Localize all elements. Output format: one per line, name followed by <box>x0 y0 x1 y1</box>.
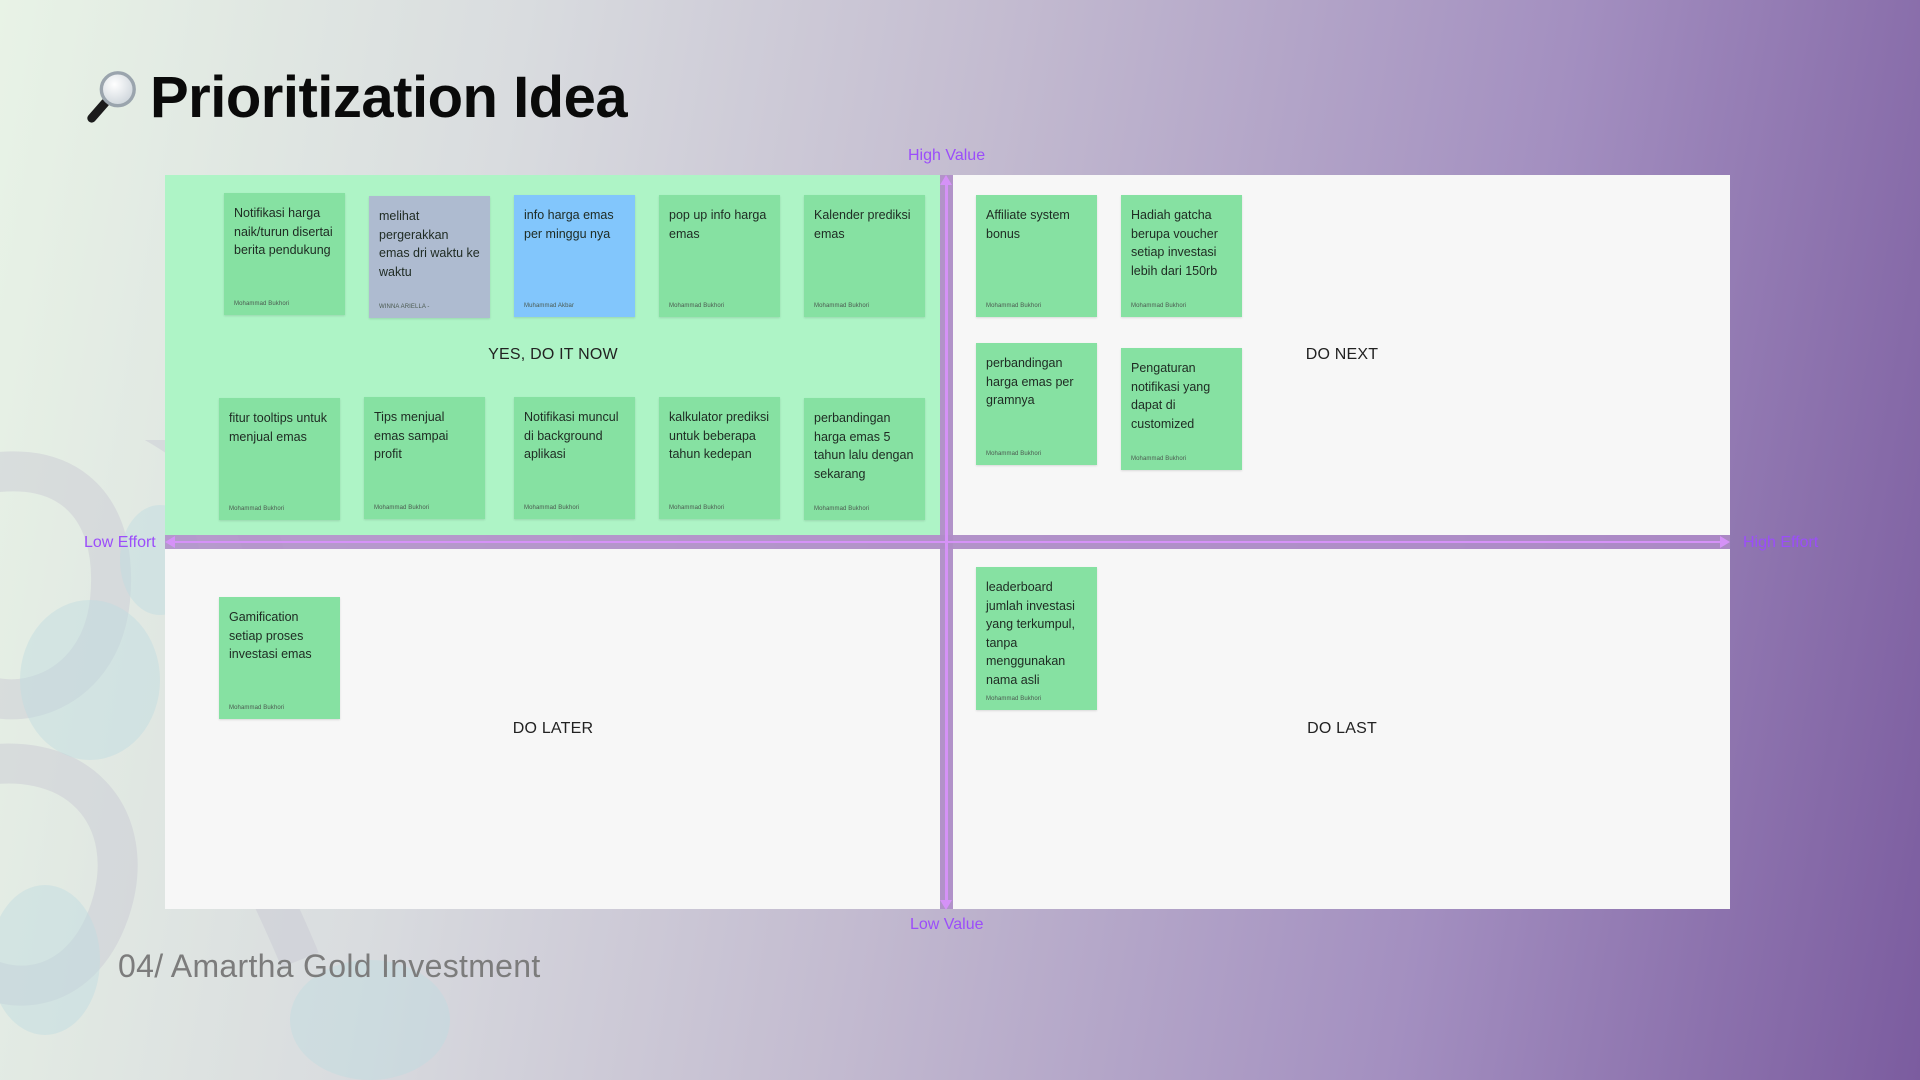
footer-text: 04/ Amartha Gold Investment <box>118 948 541 984</box>
arrow-down-icon <box>940 900 952 910</box>
sticky-note-text: Affiliate system bonus <box>986 208 1070 241</box>
axis-label-low-effort: Low Effort <box>84 534 156 551</box>
sticky-note[interactable]: info harga emas per minggu nya Muhammad … <box>514 195 635 317</box>
sticky-note-author: Mohammad Bukhori <box>524 505 580 511</box>
sticky-note[interactable]: kalkulator prediksi untuk beberapa tahun… <box>659 397 780 519</box>
sticky-note-text: Kalender prediksi emas <box>814 208 911 241</box>
quadrant-label-do-next: DO NEXT <box>1305 346 1379 363</box>
sticky-note-text: melihat pergerakkan emas dri waktu ke wa… <box>379 209 480 279</box>
sticky-note-text: info harga emas per minggu nya <box>524 208 614 241</box>
sticky-note[interactable]: Pengaturan notifikasi yang dapat di cust… <box>1121 348 1242 470</box>
sticky-note-author: Mohammad Bukhori <box>814 303 870 309</box>
sticky-note-author: Mohammad Bukhori <box>1131 456 1187 462</box>
sticky-note-author: Mohammad Bukhori <box>986 696 1042 702</box>
arrow-right-icon <box>1720 536 1730 548</box>
sticky-note[interactable]: Hadiah gatcha berupa voucher setiap inve… <box>1121 195 1242 317</box>
sticky-note[interactable]: Notifikasi harga naik/turun disertai ber… <box>224 193 345 315</box>
sticky-note-author: Mohammad Bukhori <box>229 506 285 512</box>
sticky-note-author: Mohammad Bukhori <box>1131 303 1187 309</box>
axis-label-high-effort: High Effort <box>1743 534 1819 551</box>
page-title: Prioritization Idea <box>82 62 628 132</box>
sticky-note[interactable]: perbandingan harga emas per gramnya Moha… <box>976 343 1097 465</box>
sticky-note-text: Notifikasi muncul di background aplikasi <box>524 410 619 461</box>
quadrant-label-do-later: DO LATER <box>512 720 594 737</box>
sticky-note-text: perbandingan harga emas 5 tahun lalu den… <box>814 411 914 481</box>
sticky-note[interactable]: Tips menjual emas sampai profit Mohammad… <box>364 397 485 519</box>
sticky-note[interactable]: leaderboard jumlah investasi yang terkum… <box>976 567 1097 710</box>
sticky-note-author: Mohammad Bukhori <box>669 505 725 511</box>
sticky-note-text: Gamification setiap proses investasi ema… <box>229 610 312 661</box>
sticky-note[interactable]: perbandingan harga emas 5 tahun lalu den… <box>804 398 925 520</box>
sticky-note[interactable]: Kalender prediksi emas Mohammad Bukhori <box>804 195 925 317</box>
arrow-left-icon <box>165 536 175 548</box>
sticky-note-text: Pengaturan notifikasi yang dapat di cust… <box>1131 361 1211 431</box>
axis-label-high-value: High Value <box>908 147 986 164</box>
sticky-note-text: pop up info harga emas <box>669 208 767 241</box>
sticky-note-author: Mohammad Bukhori <box>374 505 430 511</box>
sticky-note[interactable]: Affiliate system bonus Mohammad Bukhori <box>976 195 1097 317</box>
quadrant-label-do-last: DO LAST <box>1307 720 1377 737</box>
sticky-note-author: Mohammad Bukhori <box>229 705 285 711</box>
sticky-note-text: Hadiah gatcha berupa voucher setiap inve… <box>1131 208 1218 278</box>
sticky-note-text: leaderboard jumlah investasi yang terkum… <box>986 580 1075 687</box>
sticky-note-text: Tips menjual emas sampai profit <box>374 410 449 461</box>
sticky-note-author: Mohammad Bukhori <box>986 303 1042 309</box>
sticky-note[interactable]: melihat pergerakkan emas dri waktu ke wa… <box>369 196 490 318</box>
sticky-note-text: perbandingan harga emas per gramnya <box>986 356 1074 407</box>
sticky-note-text: fitur tooltips untuk menjual emas <box>229 411 327 444</box>
sticky-note-author: Mohammad Bukhori <box>814 506 870 512</box>
sticky-note[interactable]: fitur tooltips untuk menjual emas Mohamm… <box>219 398 340 520</box>
sticky-note-text: kalkulator prediksi untuk beberapa tahun… <box>669 410 770 461</box>
page-title-text: Prioritization Idea <box>150 64 628 130</box>
sticky-note-author: Mohammad Bukhori <box>669 303 725 309</box>
sticky-note-text: Notifikasi harga naik/turun disertai ber… <box>234 206 333 257</box>
quadrant-label-do-it-now: YES, DO IT NOW <box>488 346 618 363</box>
value-axis-line <box>945 182 948 902</box>
sticky-note[interactable]: Gamification setiap proses investasi ema… <box>219 597 340 719</box>
sticky-note-author: Mohammad Bukhori <box>234 301 290 307</box>
sticky-note-author: Mohammad Bukhori <box>986 451 1042 457</box>
sticky-note-author: Muhammad Akbar <box>524 303 575 309</box>
sticky-note[interactable]: pop up info harga emas Mohammad Bukhori <box>659 195 780 317</box>
arrow-up-icon <box>940 175 952 185</box>
sticky-note[interactable]: Notifikasi muncul di background aplikasi… <box>514 397 635 519</box>
sticky-note-author: WINNA ARIELLA - <box>379 304 430 310</box>
magnifying-glass-icon <box>87 71 136 123</box>
axis-label-low-value: Low Value <box>910 916 984 933</box>
